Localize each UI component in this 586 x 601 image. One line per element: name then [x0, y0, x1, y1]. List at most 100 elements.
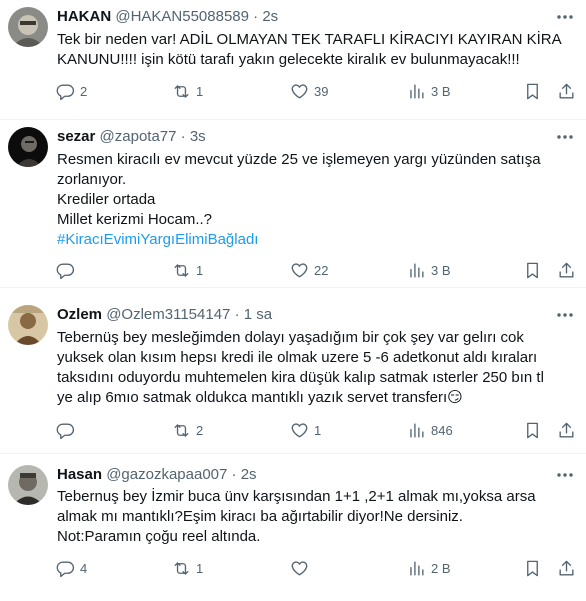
views-button[interactable]: 3 B	[407, 260, 451, 280]
tweet-text-line: taksıdını oduyordu muhtemelen kira düşük…	[57, 369, 544, 386]
views-button[interactable]: 2 B	[407, 558, 451, 578]
tweet-text-line: zorlanıyor.	[57, 171, 127, 188]
heart-icon	[291, 83, 308, 99]
like-button[interactable]: 39	[290, 81, 328, 101]
tweet-text-line: Krediler ortada	[57, 191, 156, 208]
avatar[interactable]	[8, 305, 48, 345]
avatar[interactable]	[8, 465, 48, 505]
separator-dot: ·	[253, 8, 259, 25]
separator-dot: ·	[231, 466, 237, 483]
like-count: 39	[314, 83, 329, 99]
tweet-text-line: KANUNU!!!! işin kötü tarafı yakın gelece…	[57, 51, 520, 68]
reply-count: 4	[80, 560, 88, 576]
tweet[interactable]: Hasan @gazozkapaa007 · 2s Tebernuş bey İ…	[0, 454, 586, 601]
repost-button[interactable]: 1	[172, 260, 203, 280]
user-handle[interactable]: @zapota77	[100, 128, 177, 145]
views-icon	[410, 560, 424, 576]
reply-icon	[56, 83, 75, 100]
tweet[interactable]: HAKAN @HAKAN55088589 · 2s Tek bir neden …	[0, 0, 586, 120]
bookmark-button[interactable]	[523, 260, 542, 280]
views-count: 2 B	[431, 560, 451, 576]
share-button[interactable]	[557, 558, 576, 578]
bookmark-icon	[527, 560, 538, 576]
reply-button[interactable]	[56, 260, 80, 280]
tweet-text-line: yuksek olan kısım hepsı kredi ile olmak …	[57, 349, 538, 366]
like-button[interactable]: 1	[290, 420, 321, 440]
share-button[interactable]	[557, 81, 576, 101]
timestamp[interactable]: 2s	[262, 8, 278, 25]
share-icon	[559, 83, 574, 99]
views-button[interactable]: 3 B	[407, 81, 451, 101]
like-count: 1	[314, 422, 322, 438]
display-name[interactable]: sezar	[57, 128, 95, 145]
tweet-text-line: ye alıp 6mıo satmak oldukca mantıklı yaz…	[57, 389, 463, 406]
display-name[interactable]: HAKAN	[57, 8, 111, 25]
tweet-text-line: Tebernüş bey mesleğimden dolayı yaşadığı…	[57, 329, 524, 346]
tweet-header: Hasan @gazozkapaa007 · 2s	[57, 465, 257, 485]
heart-icon	[291, 560, 308, 576]
reply-button[interactable]: 4	[56, 558, 87, 578]
user-handle[interactable]: @gazozkapaa007	[106, 466, 227, 483]
repost-icon	[174, 423, 189, 437]
repost-button[interactable]: 1	[172, 81, 203, 101]
share-button[interactable]	[557, 420, 576, 440]
separator-dot: ·	[234, 306, 240, 323]
separator-dot: ·	[180, 128, 186, 145]
like-button[interactable]	[290, 558, 314, 578]
views-icon	[410, 83, 424, 99]
tweet[interactable]: sezar @zapota77 · 3s Resmen kiracılı ev …	[0, 120, 586, 288]
views-icon	[410, 422, 424, 438]
reply-icon	[56, 262, 75, 279]
repost-icon	[174, 561, 189, 575]
timestamp[interactable]: 2s	[241, 466, 257, 483]
share-button[interactable]	[557, 260, 576, 280]
action-bar: 4 1 2 B	[0, 558, 586, 578]
bookmark-button[interactable]	[523, 81, 542, 101]
bookmark-button[interactable]	[523, 420, 542, 440]
avatar[interactable]	[8, 7, 48, 47]
repost-count: 1	[196, 83, 204, 99]
more-icon[interactable]	[554, 7, 576, 27]
more-icon[interactable]	[554, 127, 576, 147]
repost-button[interactable]: 2	[172, 420, 203, 440]
reply-button[interactable]: 2	[56, 81, 87, 101]
reply-icon	[56, 422, 75, 439]
tweet-text: Tek bir neden var! ADİL OLMAYAN TEK TARA…	[57, 30, 570, 70]
timestamp[interactable]: 3s	[190, 128, 206, 145]
user-handle[interactable]: @HAKAN55088589	[115, 8, 249, 25]
hashtag-link[interactable]: #KiracıEvimiYargıElimiBağladı	[57, 230, 570, 250]
action-bar: 1 22 3 B	[0, 260, 586, 280]
user-handle[interactable]: @Ozlem31154147	[106, 306, 230, 323]
tweet-text-line: Not:Paramın çoğu reel altında.	[57, 528, 261, 545]
display-name[interactable]: Hasan	[57, 466, 102, 483]
views-count: 846	[431, 422, 453, 438]
tweet-text-line: almak mı mantıklı?Eşim kiracı ba ağırtab…	[57, 508, 463, 525]
share-icon	[559, 560, 574, 576]
views-button[interactable]: 846	[407, 420, 453, 440]
tweet-text-line: Millet kerizmi Hocam..?	[57, 211, 213, 228]
tweet-text-line: Resmen kiracılı ev mevcut yüzde 25 ve iş…	[57, 151, 541, 168]
reply-icon	[56, 560, 75, 577]
views-icon	[410, 262, 424, 278]
tweet-text: Tebernuş bey İzmir buca ünv karşısından …	[57, 487, 570, 547]
avatar[interactable]	[8, 127, 48, 167]
tweet[interactable]: Ozlem @Ozlem31154147 · 1 sa Tebernüş bey…	[0, 288, 586, 454]
display-name[interactable]: Ozlem	[57, 306, 102, 323]
bookmark-button[interactable]	[523, 558, 542, 578]
repost-count: 2	[196, 422, 204, 438]
tweet-header: HAKAN @HAKAN55088589 · 2s	[57, 7, 278, 27]
like-button[interactable]: 22	[290, 260, 328, 280]
more-icon[interactable]	[554, 465, 576, 485]
repost-icon	[174, 263, 189, 277]
tweet-text-line: Tek bir neden var! ADİL OLMAYAN TEK TARA…	[57, 31, 562, 48]
more-icon[interactable]	[554, 305, 576, 325]
share-icon	[559, 422, 574, 438]
repost-button[interactable]: 1	[172, 558, 203, 578]
reply-button[interactable]	[56, 420, 80, 440]
tweet-header: Ozlem @Ozlem31154147 · 1 sa	[57, 305, 272, 325]
timestamp[interactable]: 1 sa	[244, 306, 272, 323]
reply-count: 2	[80, 83, 88, 99]
bookmark-icon	[527, 422, 538, 438]
like-count: 22	[314, 262, 329, 278]
views-count: 3 B	[431, 83, 451, 99]
